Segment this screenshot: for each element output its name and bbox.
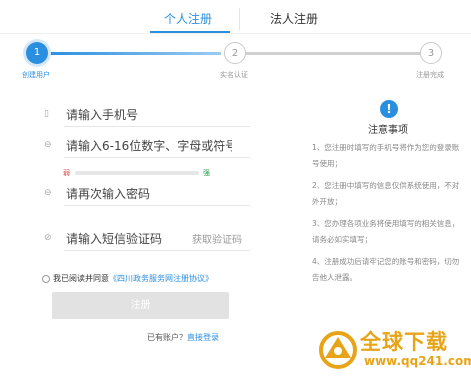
info-icon: ! <box>380 100 398 118</box>
notice-title: 注意事项 <box>368 125 408 136</box>
sms-code-field[interactable]: ⊘ 请输入短信验证码 获取验证码 <box>44 228 254 251</box>
tab-personal-registration[interactable]: 个人注册 <box>164 10 212 27</box>
step-connector-2 <box>246 52 420 55</box>
phone-icon: ▯ <box>44 109 49 119</box>
password-strength-meter: 弱 强 <box>63 168 213 178</box>
watermark-logo-icon <box>319 331 357 369</box>
step-3-label: 注册完成 <box>416 71 444 79</box>
step-2-circle: 2 <box>224 42 246 64</box>
lock-icon: ⊖ <box>44 188 52 198</box>
notice-item: 2、您注册中填写的信息仅供系统使用，不对外开放； <box>312 181 460 206</box>
password-field[interactable]: ⊖ 请输入6-16位数字、字母或符号 <box>44 135 254 158</box>
progress-steps: 1 2 3 创建用户 实名认证 注册完成 <box>0 42 471 82</box>
notice-item: 3、您办理各项业务将使用填写的相关信息，请务必如实填写； <box>312 219 460 244</box>
get-sms-code-button[interactable]: 获取验证码 <box>192 231 242 246</box>
step-1-label: 创建用户 <box>22 71 50 79</box>
tab-divider <box>239 8 240 30</box>
strength-strong-label: 强 <box>203 169 210 177</box>
phone-input[interactable]: 请输入手机号 <box>66 106 138 123</box>
password-input[interactable]: 请输入6-16位数字、字母或符号 <box>66 137 232 154</box>
tabs-rule <box>0 33 471 34</box>
strength-weak-label: 弱 <box>63 169 70 177</box>
login-prompt: 已有账户？直接登录 <box>147 332 219 343</box>
step-2-label: 实名认证 <box>220 71 248 79</box>
step-3-circle: 3 <box>420 42 442 64</box>
step-connector-1 <box>47 52 221 55</box>
agreement-link[interactable]: 《四川政务服务网注册协议》 <box>109 274 213 283</box>
confirm-password-underline <box>64 205 250 206</box>
phone-field[interactable]: ▯ 请输入手机号 <box>44 104 254 127</box>
agreement-line: 我已阅读并同意《四川政务服务网注册协议》 <box>42 273 213 284</box>
confirm-password-input[interactable]: 请再次输入密码 <box>66 185 150 202</box>
notice-list: 1、您注册时填写的手机号将作为您的登录账号使用； 2、您注册中填写的信息仅供系统… <box>312 140 462 292</box>
lock-icon: ⊖ <box>44 140 52 150</box>
registration-tabs: 个人注册 法人注册 <box>0 0 471 38</box>
sms-code-underline <box>64 250 250 251</box>
tab-legal-registration[interactable]: 法人注册 <box>270 10 318 27</box>
register-button[interactable]: 注册 <box>52 292 229 319</box>
agreement-radio[interactable] <box>42 274 50 283</box>
login-link[interactable]: 直接登录 <box>187 333 219 342</box>
watermark-url: www.qq241.com <box>364 354 471 368</box>
step-1-circle: 1 <box>26 42 48 64</box>
password-underline <box>64 157 250 158</box>
notice-item: 1、您注册时填写的手机号将作为您的登录账号使用； <box>312 143 460 168</box>
watermark-text: 全球下载 <box>360 330 448 354</box>
notice-item: 4、注册成功后请牢记您的账号和密码，切勿告他人泄露。 <box>312 257 460 282</box>
confirm-password-field[interactable]: ⊖ 请再次输入密码 <box>44 183 254 206</box>
phone-underline <box>64 126 250 127</box>
shield-check-icon: ⊘ <box>44 233 52 243</box>
strength-bar <box>75 171 199 175</box>
sms-code-input[interactable]: 请输入短信验证码 <box>66 230 162 247</box>
agreement-prefix: 我已阅读并同意 <box>53 274 109 283</box>
active-tab-underline <box>150 31 230 33</box>
login-prefix: 已有账户？ <box>147 333 187 342</box>
